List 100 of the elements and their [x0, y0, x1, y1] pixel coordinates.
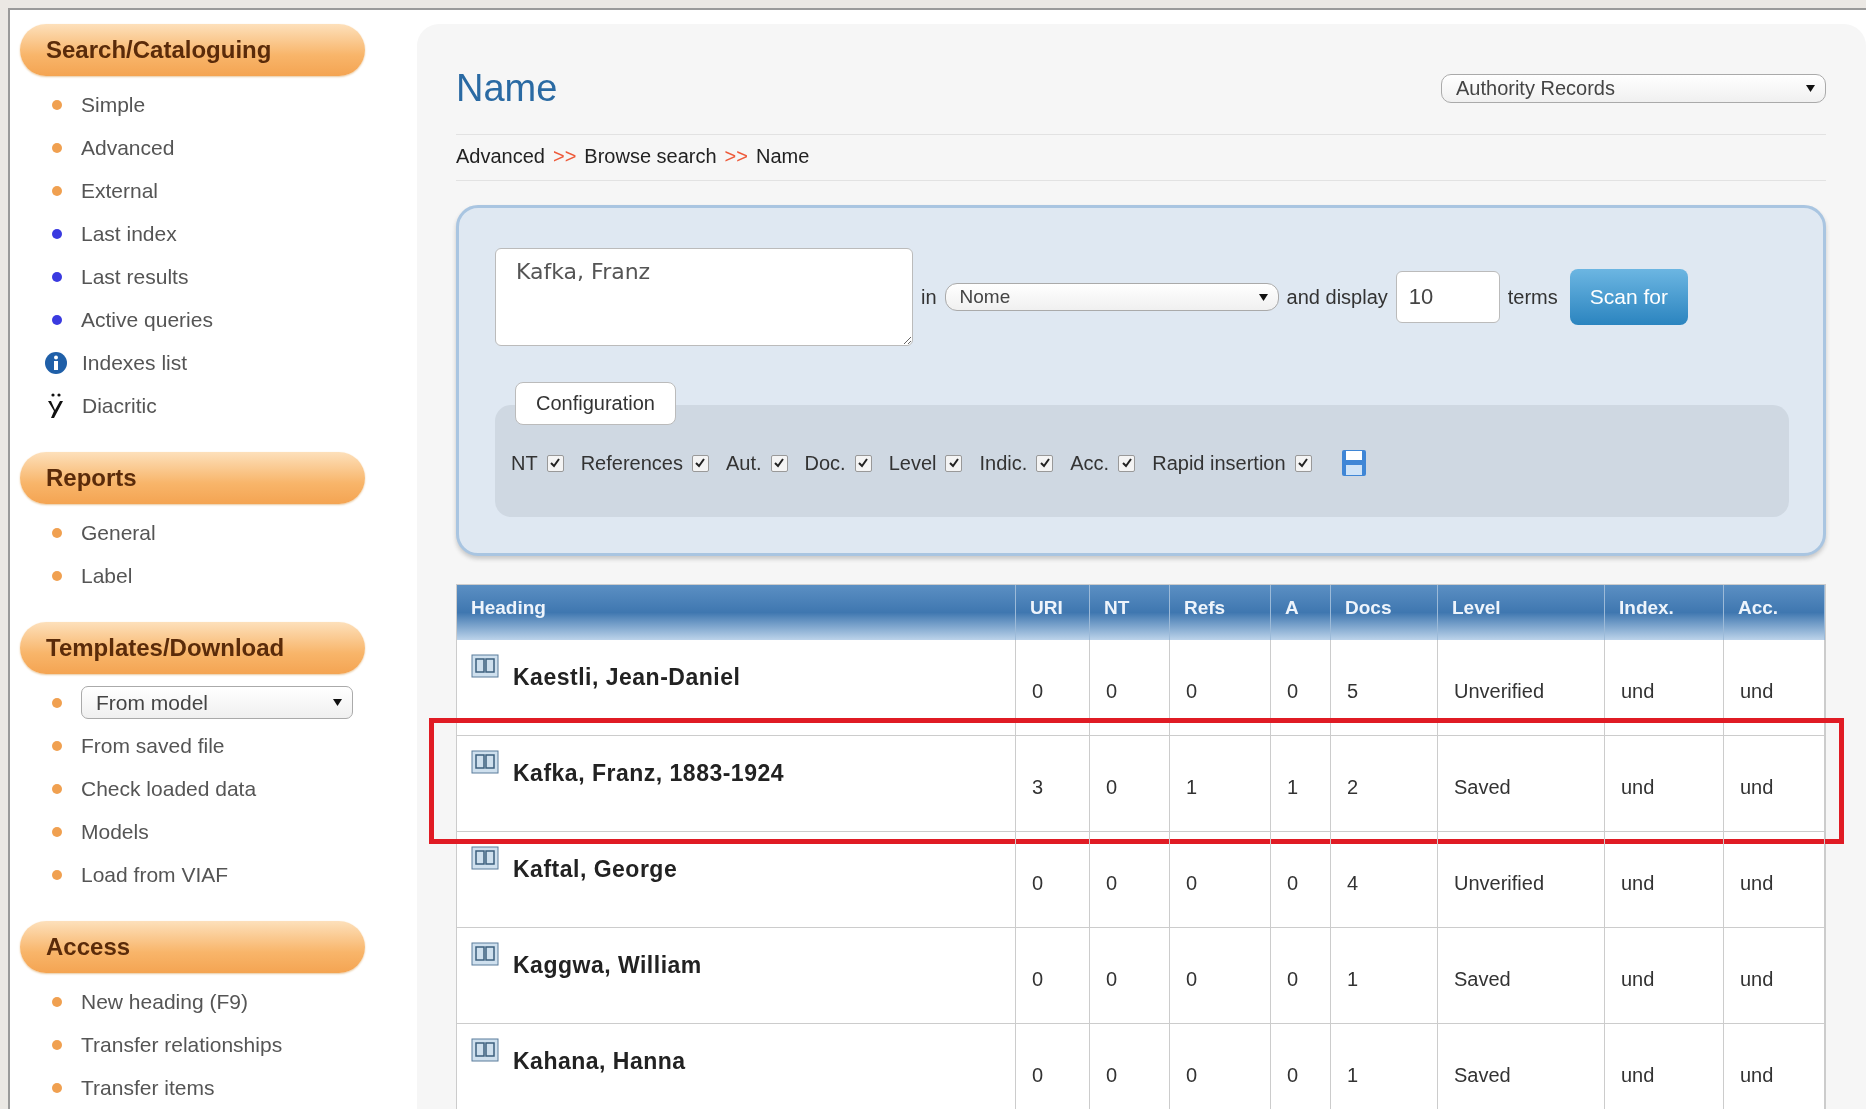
table-cell: und — [1740, 872, 1774, 894]
breadcrumb-separator: >> — [552, 145, 577, 168]
table-cell: Unverified — [1454, 872, 1545, 894]
sidebar-link[interactable]: Transfer relationships — [81, 1032, 283, 1057]
sidebar-link[interactable]: Indexes list — [82, 350, 188, 375]
option-label: Aut. — [725, 451, 762, 475]
sidebar-link[interactable]: Simple — [81, 92, 146, 117]
table-cell: und — [1621, 1064, 1655, 1086]
sidebar-link[interactable]: Diacritic — [82, 393, 157, 418]
table-cell: 0 — [1186, 1064, 1198, 1086]
section-header: Search/Cataloguing — [20, 24, 365, 76]
table-cell: 1 — [1347, 968, 1359, 990]
option-label: References — [580, 451, 683, 475]
breadcrumb-separator: >> — [724, 145, 748, 168]
record-icon[interactable] — [471, 750, 499, 774]
sidebar-link[interactable]: Advanced — [81, 135, 175, 160]
record-icon[interactable] — [471, 846, 499, 870]
option-label: Level — [888, 451, 937, 475]
table-cell: 0 — [1106, 1064, 1118, 1086]
breadcrumb-link[interactable]: Name — [755, 145, 810, 168]
section-header: Access — [20, 921, 365, 973]
checkbox[interactable] — [945, 454, 963, 472]
table-cell: 0 — [1106, 680, 1118, 702]
sidebar-link[interactable]: Label — [81, 563, 133, 588]
checkbox[interactable] — [770, 454, 788, 472]
table-cell: 0 — [1186, 872, 1198, 894]
checkbox[interactable] — [546, 454, 564, 472]
table-cell: Saved — [1454, 776, 1511, 798]
table-cell: 0 — [1287, 968, 1299, 990]
sidebar-link[interactable]: Models — [81, 819, 149, 844]
sidebar-link[interactable]: Check loaded data — [81, 776, 257, 801]
option-label: NT — [511, 451, 538, 475]
heading-link[interactable]: Kaggwa, William — [513, 952, 702, 979]
table-cell: und — [1621, 776, 1655, 798]
page-title: Name — [456, 67, 558, 110]
heading-link[interactable]: Kahana, Hanna — [513, 1048, 686, 1075]
option-label: Doc. — [804, 451, 846, 475]
caret-icon — [333, 699, 342, 706]
column-header: Index. — [1605, 585, 1724, 640]
table-cell: 0 — [1186, 680, 1198, 702]
checkbox[interactable] — [854, 454, 872, 472]
table-cell: und — [1621, 872, 1655, 894]
table-cell: 0 — [1287, 872, 1299, 894]
heading-link[interactable]: Kaestli, Jean-Daniel — [513, 664, 741, 691]
caret-icon — [1258, 293, 1268, 301]
sidebar-link[interactable]: Transfer items — [81, 1075, 215, 1100]
configuration-tab[interactable]: Configuration — [515, 382, 676, 425]
in-label: in — [921, 285, 937, 309]
table-cell: 5 — [1347, 680, 1359, 702]
sidebar-link[interactable]: Last results — [81, 264, 189, 289]
checkbox[interactable] — [691, 454, 709, 472]
search-field[interactable]: Kafka, Franz — [495, 248, 913, 346]
table-cell: und — [1740, 1064, 1774, 1086]
column-header: A — [1271, 585, 1331, 640]
sidebar-link[interactable]: External — [81, 178, 159, 203]
save-icon[interactable] — [1340, 449, 1367, 477]
section-header: Templates/Download — [20, 622, 365, 674]
table-cell: Unverified — [1454, 680, 1545, 702]
checkbox[interactable] — [1118, 454, 1136, 472]
heading-link[interactable]: Kafka, Franz, 1883-1924 — [513, 760, 785, 787]
checkbox[interactable] — [1036, 454, 1054, 472]
table-cell: 0 — [1287, 680, 1299, 702]
table-cell: 4 — [1347, 872, 1359, 894]
breadcrumb-link[interactable]: Advanced — [456, 145, 545, 168]
checkbox[interactable] — [1294, 454, 1312, 472]
table-cell: Saved — [1454, 1064, 1511, 1086]
sidebar-link[interactable]: New heading (F9) — [81, 989, 248, 1014]
option-label: Rapid insertion — [1152, 451, 1286, 475]
column-header: Heading — [457, 585, 1016, 640]
column-header: Docs — [1331, 585, 1438, 640]
terms-field[interactable]: 10 — [1395, 271, 1500, 323]
table-cell: 0 — [1106, 872, 1118, 894]
record-icon[interactable] — [471, 654, 499, 678]
table-cell: 0 — [1032, 872, 1044, 894]
heading-link[interactable]: Kaftal, George — [513, 856, 678, 883]
record-icon[interactable] — [471, 1038, 499, 1062]
option-label: Indic. — [979, 451, 1028, 475]
info-icon — [44, 350, 68, 375]
sidebar-link[interactable]: From saved file — [81, 733, 225, 758]
record-type-dropdown[interactable]: Authority Records — [1441, 74, 1826, 103]
breadcrumb-link[interactable]: Browse search — [584, 145, 717, 168]
table-cell: 3 — [1032, 776, 1044, 798]
table-cell: 1 — [1347, 1064, 1359, 1086]
column-header: Refs — [1170, 585, 1271, 640]
sidebar-link[interactable]: Last index — [81, 221, 177, 246]
table-cell: 0 — [1032, 1064, 1044, 1086]
field-dropdown[interactable]: Nome — [944, 283, 1279, 311]
table-cell: und — [1740, 776, 1774, 798]
sidebar-link[interactable]: Active queries — [81, 307, 213, 332]
table-cell: 0 — [1032, 968, 1044, 990]
table-cell: 0 — [1106, 776, 1118, 798]
table-cell: 1 — [1186, 776, 1198, 798]
table-cell: 1 — [1287, 776, 1299, 798]
section-header: Reports — [20, 452, 365, 504]
sidebar-link[interactable]: General — [81, 520, 156, 545]
table-cell: 0 — [1186, 968, 1198, 990]
record-icon[interactable] — [471, 942, 499, 966]
sidebar-link[interactable]: Load from VIAF — [81, 862, 229, 887]
model-dropdown[interactable]: From model — [81, 686, 353, 719]
option-label: Acc. — [1070, 451, 1110, 475]
